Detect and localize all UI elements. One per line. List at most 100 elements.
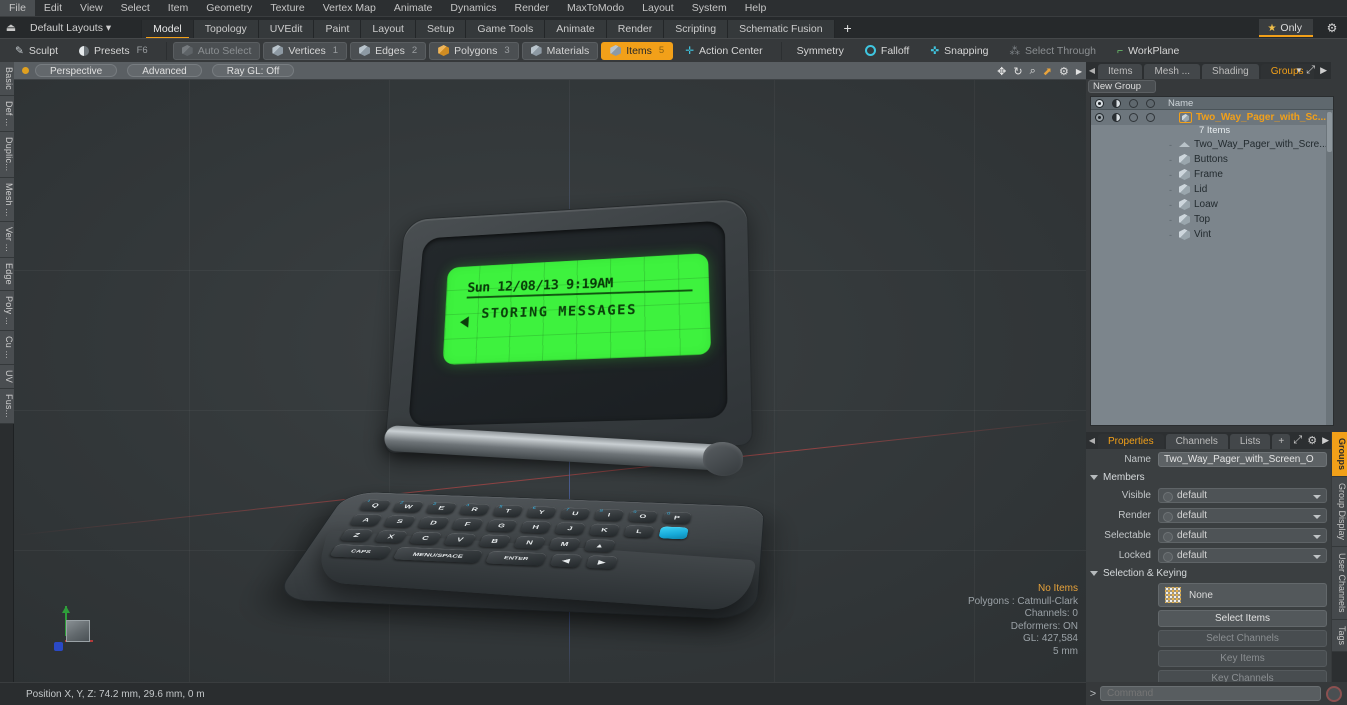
presets-button[interactable]: Presets F6 <box>70 42 157 60</box>
list-item[interactable]: - Loaw <box>1091 197 1333 212</box>
selection-keying-section-header[interactable]: Selection & Keying <box>1086 565 1331 581</box>
chevron-right-icon[interactable]: ▶ <box>1320 65 1327 76</box>
record-icon[interactable] <box>1326 685 1342 702</box>
tab-scripting[interactable]: Scripting <box>664 19 729 39</box>
list-item[interactable]: - Top <box>1091 212 1333 227</box>
menu-item-view[interactable]: View <box>71 0 112 16</box>
tab-uvedit[interactable]: UVEdit <box>258 19 315 39</box>
left-tab-curve[interactable]: Cu ... <box>0 331 14 365</box>
members-section-header[interactable]: Members <box>1086 469 1331 485</box>
menu-item-vertex-map[interactable]: Vertex Map <box>314 0 385 16</box>
gear-icon[interactable]: ⚙ <box>1059 65 1069 78</box>
select-items-button[interactable]: Select Items <box>1158 610 1327 627</box>
menu-item-system[interactable]: System <box>683 0 736 16</box>
tab-channels[interactable]: Channels <box>1165 434 1228 449</box>
tab-setup[interactable]: Setup <box>415 19 467 39</box>
tab-add[interactable]: + <box>1272 434 1291 449</box>
tab-animate[interactable]: Animate <box>545 19 607 39</box>
viewport-canvas[interactable]: Sun 12/08/13 9:19AM STORING MESSAGES 1Q … <box>14 80 1086 682</box>
locked-icon[interactable] <box>1142 98 1159 108</box>
vtab-user-channels[interactable]: User Channels <box>1332 547 1347 620</box>
left-tab-fusion[interactable]: Fus... <box>0 388 14 424</box>
item-list-scrollbar[interactable] <box>1326 110 1333 425</box>
menu-item-item[interactable]: Item <box>159 0 197 16</box>
menu-item-texture[interactable]: Texture <box>261 0 313 16</box>
gear-icon[interactable]: ⚙ <box>1307 434 1317 447</box>
menu-item-file[interactable]: File <box>0 0 35 16</box>
polygons-mode-button[interactable]: Polygons 3 <box>429 41 519 60</box>
fit-icon[interactable]: ⬈ <box>1043 65 1052 78</box>
viewport-raygl-dropdown[interactable]: Ray GL: Off <box>211 64 295 77</box>
default-layouts-dropdown[interactable]: Default Layouts ▾ <box>22 17 119 39</box>
menu-item-animate[interactable]: Animate <box>385 0 442 16</box>
tab-layout[interactable]: Layout <box>361 19 416 39</box>
command-input[interactable] <box>1100 686 1321 701</box>
only-button[interactable]: ★ Only <box>1259 19 1313 37</box>
viewport-3d[interactable]: Perspective Advanced Ray GL: Off ✥ ↻ ⌕ ⬈… <box>14 62 1086 682</box>
panel-tab-shading[interactable]: Shading <box>1202 64 1259 79</box>
visible-dropdown[interactable]: default <box>1158 487 1327 503</box>
menu-item-help[interactable]: Help <box>736 0 776 16</box>
chevron-left-icon[interactable]: ◀ <box>1086 62 1098 79</box>
render-icon[interactable] <box>1108 98 1125 108</box>
panel-tab-mesh[interactable]: Mesh ... <box>1144 64 1201 79</box>
menu-item-geometry[interactable]: Geometry <box>197 0 261 16</box>
row-locked-toggle[interactable] <box>1142 113 1159 122</box>
zoom-icon[interactable]: ⌕ <box>1030 65 1036 78</box>
left-tab-edge[interactable]: Edge <box>0 258 14 292</box>
gear-icon[interactable]: ⚙ <box>1323 20 1341 36</box>
menu-item-layout[interactable]: Layout <box>633 0 683 16</box>
name-input[interactable]: Two_Way_Pager_with_Screen_O <box>1158 451 1327 467</box>
render-dropdown[interactable]: default <box>1158 507 1327 523</box>
row-render-toggle[interactable] <box>1108 113 1125 122</box>
chevron-right-icon[interactable]: ▶ <box>1322 435 1329 446</box>
materials-mode-button[interactable]: Materials <box>521 41 599 60</box>
left-tab-deform[interactable]: Def ... <box>0 96 14 133</box>
vertices-mode-button[interactable]: Vertices 1 <box>263 41 348 60</box>
snapping-button[interactable]: ✜ Snapping <box>921 42 997 60</box>
chevron-right-icon[interactable]: ▶ <box>1076 67 1082 76</box>
sculpt-button[interactable]: ✎ Sculpt <box>6 42 67 60</box>
list-item[interactable]: - Lid <box>1091 182 1333 197</box>
selectable-dropdown[interactable]: default <box>1158 527 1327 543</box>
row-selectable-toggle[interactable] <box>1125 113 1142 122</box>
expand-icon[interactable]: ⤢ <box>1306 64 1315 77</box>
viewport-perspective-dropdown[interactable]: Perspective <box>35 64 118 77</box>
chevron-left-icon[interactable]: ◀ <box>1086 432 1098 449</box>
visibility-icon[interactable] <box>1091 98 1108 108</box>
action-center-button[interactable]: ✛ Action Center <box>676 42 771 60</box>
items-mode-button[interactable]: Items 5 <box>601 41 674 60</box>
falloff-button[interactable]: Falloff <box>856 42 918 60</box>
menu-item-maxtomodo[interactable]: MaxToModo <box>558 0 633 16</box>
expand-icon[interactable]: ⤢ <box>1293 434 1302 447</box>
menu-item-render[interactable]: Render <box>506 0 558 16</box>
tab-schematic-fusion[interactable]: Schematic Fusion <box>728 19 835 39</box>
symmetry-button[interactable]: Symmetry <box>788 42 853 60</box>
menu-item-select[interactable]: Select <box>112 0 159 16</box>
left-tab-mesh[interactable]: Mesh ... <box>0 177 14 223</box>
move-icon[interactable]: ✥ <box>997 65 1006 78</box>
tab-paint[interactable]: Paint <box>314 19 362 39</box>
tab-game-tools[interactable]: Game Tools <box>466 19 546 39</box>
new-group-button[interactable]: New Group <box>1088 80 1156 93</box>
tab-lists[interactable]: Lists <box>1229 434 1271 449</box>
list-item[interactable]: - Frame <box>1091 167 1333 182</box>
workplane-button[interactable]: ⌐ WorkPlane <box>1108 42 1188 60</box>
scrollbar-thumb[interactable] <box>1327 112 1332 152</box>
menu-item-dynamics[interactable]: Dynamics <box>441 0 505 16</box>
row-visibility-toggle[interactable] <box>1091 113 1108 122</box>
chevron-down-icon[interactable]: ▾ <box>1297 65 1302 76</box>
tab-topology[interactable]: Topology <box>193 19 259 39</box>
menu-item-edit[interactable]: Edit <box>35 0 71 16</box>
edges-mode-button[interactable]: Edges 2 <box>350 41 427 60</box>
left-tab-vertex[interactable]: Ver ... <box>0 222 14 259</box>
group-item-list[interactable]: Name Two_Way_Pager_with_Sc... 7 Items - … <box>1090 96 1334 426</box>
auto-select-button[interactable]: Auto Select <box>172 41 261 60</box>
viewport-indicator-icon[interactable] <box>22 67 29 74</box>
tab-render[interactable]: Render <box>606 19 665 39</box>
tab-model[interactable]: Model <box>141 19 194 39</box>
vtab-group-display[interactable]: Group Display <box>1332 477 1347 548</box>
add-tab-button[interactable]: + <box>835 20 861 39</box>
selectable-icon[interactable] <box>1125 98 1142 108</box>
home-icon[interactable]: ⏏ <box>0 17 22 39</box>
